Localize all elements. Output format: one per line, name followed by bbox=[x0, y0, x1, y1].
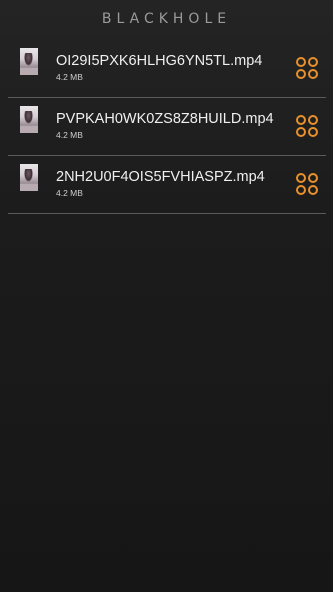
file-row[interactable]: OI29I5PXK6HLHG6YN5TL.mp4 4.2 MB bbox=[8, 40, 326, 98]
video-thumbnail bbox=[20, 106, 38, 133]
app-title: BLACKHOLE bbox=[101, 11, 232, 27]
file-size: 4.2 MB bbox=[56, 130, 83, 140]
file-options-icon[interactable] bbox=[296, 115, 318, 137]
file-size: 4.2 MB bbox=[56, 188, 83, 198]
file-name: OI29I5PXK6HLHG6YN5TL.mp4 bbox=[56, 53, 263, 69]
file-name: 2NH2U0F4OIS5FVHIASPZ.mp4 bbox=[56, 169, 265, 185]
file-options-icon[interactable] bbox=[296, 173, 318, 195]
file-name: PVPKAH0WK0ZS8Z8HUILD.mp4 bbox=[56, 111, 274, 127]
file-list: OI29I5PXK6HLHG6YN5TL.mp4 4.2 MB PVPKAH0W… bbox=[8, 40, 326, 214]
file-row[interactable]: PVPKAH0WK0ZS8Z8HUILD.mp4 4.2 MB bbox=[8, 98, 326, 156]
video-thumbnail bbox=[20, 48, 38, 75]
file-size: 4.2 MB bbox=[56, 72, 83, 82]
video-thumbnail bbox=[20, 164, 38, 191]
file-options-icon[interactable] bbox=[296, 57, 318, 79]
file-row[interactable]: 2NH2U0F4OIS5FVHIASPZ.mp4 4.2 MB bbox=[8, 156, 326, 214]
